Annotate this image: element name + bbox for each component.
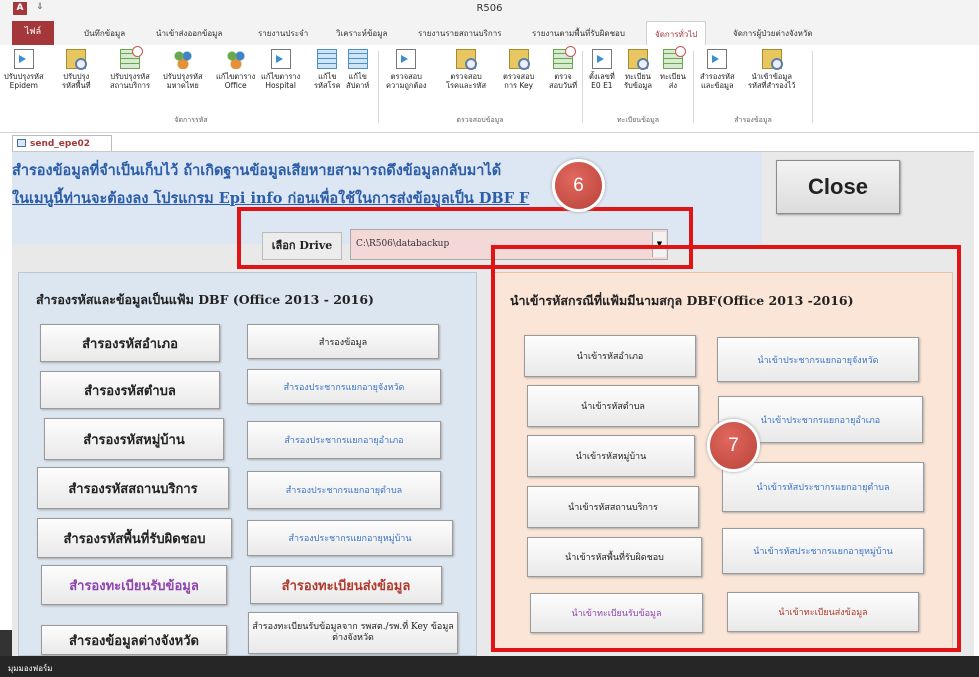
window-title: R506 bbox=[476, 3, 503, 14]
backup-data-button[interactable]: สำรองข้อมูล bbox=[247, 324, 439, 359]
backup-facility-code-button[interactable]: สำรองรหัสสถานบริการ bbox=[37, 467, 229, 509]
form-icon bbox=[17, 139, 26, 147]
backup-responsible-area-code-button[interactable]: สำรองรหัสพื้นที่รับผิดชอบ bbox=[37, 518, 232, 558]
table-icon bbox=[317, 49, 338, 69]
doc-arrow-icon bbox=[396, 49, 417, 69]
table-icon bbox=[347, 49, 368, 69]
backup-receive-register-button[interactable]: สำรองทะเบียนรับข้อมูล bbox=[41, 565, 227, 605]
group-separator bbox=[582, 51, 583, 123]
table-clock-icon bbox=[120, 46, 144, 69]
step-6-callout: 6 bbox=[552, 159, 605, 212]
edit-office-table-button[interactable]: แก้ไขตาราง Office bbox=[216, 49, 255, 90]
close-button[interactable]: Close bbox=[776, 160, 900, 214]
group-separator bbox=[812, 51, 813, 123]
backup-panel-title: สำรองรหัสและข้อมูลเป็นแฟ้ม DBF (Office 2… bbox=[36, 292, 374, 307]
set-e0-e1-number-button[interactable]: ตั้งเลขที่ E0 E1 bbox=[589, 49, 615, 90]
magnifier-icon bbox=[761, 49, 783, 70]
tab-file[interactable]: ไฟล์ bbox=[12, 21, 54, 45]
tab-general-management[interactable]: จัดการทั่วไป bbox=[646, 21, 707, 45]
check-correctness-button[interactable]: ตรวจสอบ ความถูกต้อง bbox=[386, 49, 427, 90]
backup-village-population-button[interactable]: สำรองประชากรแยกอายุหมู่บ้าน bbox=[247, 520, 453, 556]
receive-register-button[interactable]: ทะเบียน รับข้อมูล bbox=[624, 49, 652, 90]
edit-disease-code-button[interactable]: แก้ไข รหัสโรค bbox=[314, 49, 341, 90]
ribbon: ปรับปรุงรหัส Epidem ปรับปรุง รหัสพื้นที่ ป… bbox=[0, 45, 979, 133]
tab-out-of-province-patients[interactable]: จัดการผู้ป่วยต่างจังหวัด bbox=[733, 27, 813, 40]
tab-report-by-facility[interactable]: รายงานรายสถานบริการ bbox=[418, 27, 502, 40]
group-label-manage-codes: จัดการรหัส bbox=[174, 116, 208, 124]
status-text: มุมมองฟอร์ม bbox=[8, 664, 53, 673]
send-register-button[interactable]: ทะเบียน ส่ง bbox=[660, 46, 686, 90]
check-date-button[interactable]: ตรวจ สอบวันที่ bbox=[549, 46, 577, 90]
magnifier-icon bbox=[456, 49, 478, 70]
doc-arrow-icon bbox=[707, 49, 728, 69]
table-clock-icon bbox=[553, 46, 577, 69]
backup-info-text: สำรองข้อมูลที่จำเป็นเก็บไว้ ถ้าเกิดฐานข้… bbox=[12, 162, 502, 179]
group-separator bbox=[693, 51, 694, 123]
table-clock-icon bbox=[662, 46, 686, 69]
backup-send-register-button[interactable]: สำรองทะเบียนส่งข้อมูล bbox=[250, 566, 442, 604]
ribbon-tabs: ไฟล์ บันทึกข้อมูล นำเข้าส่งออกข้อมูล ราย… bbox=[0, 18, 979, 45]
magnifier-icon bbox=[627, 49, 649, 70]
doc-arrow-icon bbox=[270, 49, 291, 69]
people-icon bbox=[225, 49, 246, 69]
window-edge bbox=[0, 630, 12, 656]
group-label-check-data: ตรวจสอบข้อมูล bbox=[456, 116, 504, 124]
magnifier-icon bbox=[66, 49, 88, 70]
group-label-data-register: ทะเบียนข้อมูล bbox=[617, 116, 659, 124]
backup-subdistrict-code-button[interactable]: สำรองรหัสตำบล bbox=[40, 371, 220, 409]
magnifier-icon bbox=[508, 49, 530, 70]
tab-routine-report[interactable]: รายงานประจำ bbox=[258, 27, 308, 40]
title-bar: A ⇓ R506 bbox=[0, 0, 979, 18]
check-disease-code-button[interactable]: ตรวจสอบ โรคและรหัส bbox=[446, 49, 486, 90]
backup-village-code-button[interactable]: สำรองรหัสหมู่บ้าน bbox=[44, 418, 224, 460]
edit-week-button[interactable]: แก้ไข สัปดาห์ bbox=[346, 49, 369, 90]
group-separator bbox=[378, 51, 379, 123]
backup-code-and-data-button[interactable]: สำรองรหัส และข้อมูล bbox=[700, 49, 735, 90]
doc-arrow-icon bbox=[591, 49, 612, 69]
status-bar: มุมมองฟอร์ม bbox=[0, 656, 979, 677]
step-7-callout: 7 bbox=[707, 419, 760, 472]
tab-record-data[interactable]: บันทึกข้อมูล bbox=[84, 27, 125, 40]
backup-district-population-button[interactable]: สำรองประชากรแยกอายุอำเภอ bbox=[247, 421, 441, 459]
update-interior-code-button[interactable]: ปรับปรุงรหัส มหาดไทย bbox=[163, 49, 203, 90]
backup-province-population-button[interactable]: สำรองประชากรแยกอายุจังหวัด bbox=[247, 369, 441, 404]
doc-arrow-icon bbox=[13, 49, 34, 69]
import-backup-code-button[interactable]: นำเข้าข้อมูล รหัสที่สำรองไว้ bbox=[748, 49, 795, 90]
backup-subdistrict-population-button[interactable]: สำรองประชากรแยกอายุตำบล bbox=[247, 471, 441, 509]
update-area-code-button[interactable]: ปรับปรุง รหัสพื้นที่ bbox=[62, 49, 91, 90]
backup-district-code-button[interactable]: สำรองรหัสอำเภอ bbox=[40, 324, 220, 362]
update-epidem-code-button[interactable]: ปรับปรุงรหัส Epidem bbox=[4, 49, 44, 90]
update-facility-code-button[interactable]: ปรับปรุงรหัส สถานบริการ bbox=[110, 46, 150, 90]
people-icon bbox=[172, 49, 193, 69]
tab-import-export[interactable]: นำเข้าส่งออกข้อมูล bbox=[156, 27, 222, 40]
group-label-backup-data: สำรองข้อมูล bbox=[734, 116, 772, 124]
backup-out-of-province-data-button[interactable]: สำรองข้อมูลต่างจังหวัด bbox=[41, 625, 227, 655]
check-key-entry-button[interactable]: ตรวจสอบ การ Key bbox=[503, 49, 534, 90]
backup-out-of-province-receive-register-button[interactable]: สำรองทะเบียนรับข้อมูลจาก รพสต./รพ.ที่ Ke… bbox=[248, 612, 458, 654]
edit-hospital-table-button[interactable]: แก้ไขตาราง Hospital bbox=[261, 49, 300, 90]
tab-report-by-area[interactable]: รายงานตามพื้นที่รับผิดชอบ bbox=[532, 27, 625, 40]
tab-analyze-data[interactable]: วิเคราะห์ข้อมูล bbox=[336, 27, 387, 40]
form-tab-send-epe02[interactable]: send_epe02 bbox=[12, 135, 112, 151]
